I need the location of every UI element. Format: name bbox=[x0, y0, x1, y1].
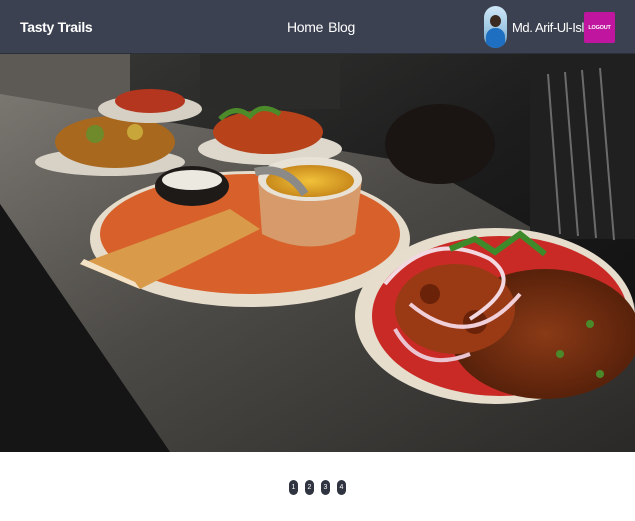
page-button-3[interactable]: 3 bbox=[321, 480, 330, 495]
navbar: Tasty Trails Home Blog Md. Arif-Ul-Islam… bbox=[0, 0, 635, 54]
logout-button[interactable]: LOGOUT bbox=[584, 12, 615, 43]
page-button-4[interactable]: 4 bbox=[337, 480, 346, 495]
avatar-body bbox=[486, 28, 505, 48]
nav-link-home[interactable]: Home bbox=[287, 19, 323, 35]
avatar[interactable] bbox=[484, 6, 507, 48]
avatar-head bbox=[490, 15, 501, 27]
page-button-2[interactable]: 2 bbox=[305, 480, 314, 495]
nav-links: Home Blog bbox=[287, 19, 355, 35]
hero-photo bbox=[0, 54, 635, 452]
hero-food-image bbox=[0, 54, 635, 452]
brand-logo[interactable]: Tasty Trails bbox=[20, 19, 93, 35]
nav-link-blog[interactable]: Blog bbox=[328, 19, 355, 35]
pagination: 1 2 3 4 bbox=[289, 480, 346, 495]
page-button-1[interactable]: 1 bbox=[289, 480, 298, 495]
